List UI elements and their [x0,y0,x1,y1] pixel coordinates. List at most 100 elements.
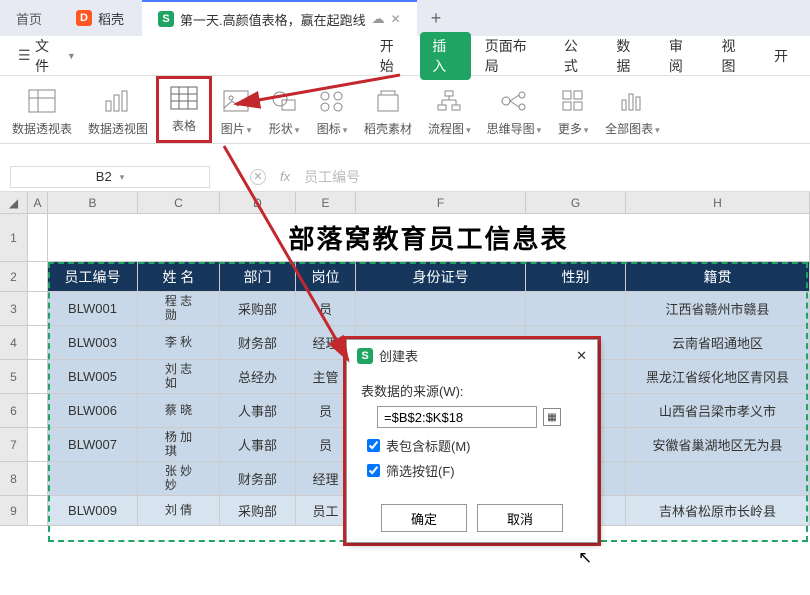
range-picker-icon[interactable]: ▦ [543,408,561,426]
tab-home[interactable]: 首页 [0,0,58,36]
select-all[interactable]: ◢ [0,192,28,213]
tab-file-active[interactable]: S 第一天.高颜值表格，赢在起跑线 ☁ ✕ [142,0,417,36]
cell[interactable] [28,360,48,393]
cell[interactable]: 张 妙 妙 [138,462,220,495]
name-box[interactable]: B2▾ [10,166,210,188]
row-header[interactable]: 2 [0,262,28,291]
cell[interactable]: BLW003 [48,326,138,359]
cell[interactable]: 人事部 [220,394,296,427]
cell[interactable]: 蔡 晓 [138,394,220,427]
row-header[interactable]: 7 [0,428,28,461]
ribbon-shape[interactable]: 形状▾ [260,82,308,143]
row-header[interactable]: 4 [0,326,28,359]
has-header-checkbox[interactable] [367,439,380,452]
header-cell[interactable]: 身份证号 [356,262,526,291]
title-cell[interactable]: 部落窝教育员工信息表 [48,214,810,261]
cell[interactable]: 财务部 [220,326,296,359]
cell[interactable] [356,292,526,325]
fx-icon[interactable]: fx [280,169,290,184]
cell[interactable]: 山西省吕梁市孝义市 [626,394,810,427]
cancel-formula-icon[interactable]: ✕ [250,169,266,185]
header-cell[interactable]: 员工编号 [48,262,138,291]
cell[interactable]: 黑龙江省绥化地区青冈县 [626,360,810,393]
cell[interactable]: 杨 加 琪 [138,428,220,461]
row-header[interactable]: 8 [0,462,28,495]
row-header[interactable]: 5 [0,360,28,393]
ribbon-more[interactable]: 更多▾ [549,82,597,143]
header-cell[interactable]: 部门 [220,262,296,291]
cell[interactable] [626,462,810,495]
ribbon-picture[interactable]: 图片▾ [212,82,260,143]
row-header[interactable]: 6 [0,394,28,427]
cell[interactable] [28,496,48,525]
header-cell[interactable]: 姓 名 [138,262,220,291]
row-header[interactable]: 3 [0,292,28,325]
close-icon[interactable]: ✕ [391,12,401,26]
cell[interactable]: 财务部 [220,462,296,495]
menu-dev[interactable]: 开 [762,46,800,66]
close-icon[interactable]: ✕ [576,348,587,364]
cell[interactable] [28,262,48,291]
ribbon-pivot-table[interactable]: 数据透视表 [4,82,80,143]
col-header[interactable]: G [526,192,626,213]
menu-layout[interactable]: 页面布局 [473,36,550,76]
tab-docer[interactable]: D 稻壳 [58,0,142,36]
add-tab-button[interactable]: + [417,0,456,36]
cell[interactable] [28,326,48,359]
cell[interactable]: 李 秋 [138,326,220,359]
ribbon-mindmap[interactable]: 思维导图▾ [479,82,550,143]
cell[interactable]: 刘 倩 [138,496,220,525]
cell[interactable]: 员 [296,292,356,325]
cell[interactable]: BLW006 [48,394,138,427]
col-header[interactable]: E [296,192,356,213]
ribbon-pivot-chart[interactable]: 数据透视图 [80,82,156,143]
cell[interactable]: 总经办 [220,360,296,393]
header-cell[interactable]: 性别 [526,262,626,291]
menu-review[interactable]: 审阅 [657,36,708,76]
cell[interactable] [28,462,48,495]
cell[interactable]: 江西省赣州市赣县 [626,292,810,325]
col-header[interactable]: D [220,192,296,213]
row-header[interactable]: 1 [0,214,28,261]
col-header[interactable]: B [48,192,138,213]
range-input[interactable] [377,406,537,428]
cell[interactable] [28,394,48,427]
cell[interactable]: BLW007 [48,428,138,461]
header-cell[interactable]: 籍贯 [626,262,810,291]
ok-button[interactable]: 确定 [381,504,467,532]
formula-bar[interactable]: 员工编号 [304,167,360,187]
cell[interactable] [28,428,48,461]
cell[interactable]: 程 志 勋 [138,292,220,325]
file-menu[interactable]: 文件 ▼ [10,36,84,76]
cell[interactable]: BLW009 [48,496,138,525]
ribbon-table[interactable]: 表格 [156,76,212,143]
col-header[interactable]: C [138,192,220,213]
filter-button-checkbox[interactable] [367,464,380,477]
col-header[interactable]: F [356,192,526,213]
cell[interactable]: BLW001 [48,292,138,325]
cell[interactable] [526,292,626,325]
menu-view[interactable]: 视图 [709,36,760,76]
header-cell[interactable]: 岗位 [296,262,356,291]
ribbon-docer[interactable]: 稻壳素材 [356,82,420,143]
cell[interactable]: 吉林省松原市长岭县 [626,496,810,525]
row-header[interactable]: 9 [0,496,28,525]
cell[interactable]: 云南省昭通地区 [626,326,810,359]
menu-insert[interactable]: 插入 [420,32,471,80]
col-header[interactable]: H [626,192,810,213]
ribbon-icon[interactable]: 图标▾ [308,82,356,143]
col-header[interactable]: A [28,192,48,213]
cell[interactable] [28,214,48,261]
menu-start[interactable]: 开始 [368,36,419,76]
menu-data[interactable]: 数据 [604,36,655,76]
cell[interactable]: BLW005 [48,360,138,393]
cancel-button[interactable]: 取消 [477,504,563,532]
cell[interactable]: 安徽省巢湖地区无为县 [626,428,810,461]
cell[interactable]: 采购部 [220,292,296,325]
ribbon-flowchart[interactable]: 流程图▾ [420,82,479,143]
cell[interactable]: 刘 志 如 [138,360,220,393]
cell[interactable]: 人事部 [220,428,296,461]
ribbon-all-charts[interactable]: 全部图表▾ [597,82,668,143]
cell[interactable] [48,462,138,495]
cell[interactable] [28,292,48,325]
